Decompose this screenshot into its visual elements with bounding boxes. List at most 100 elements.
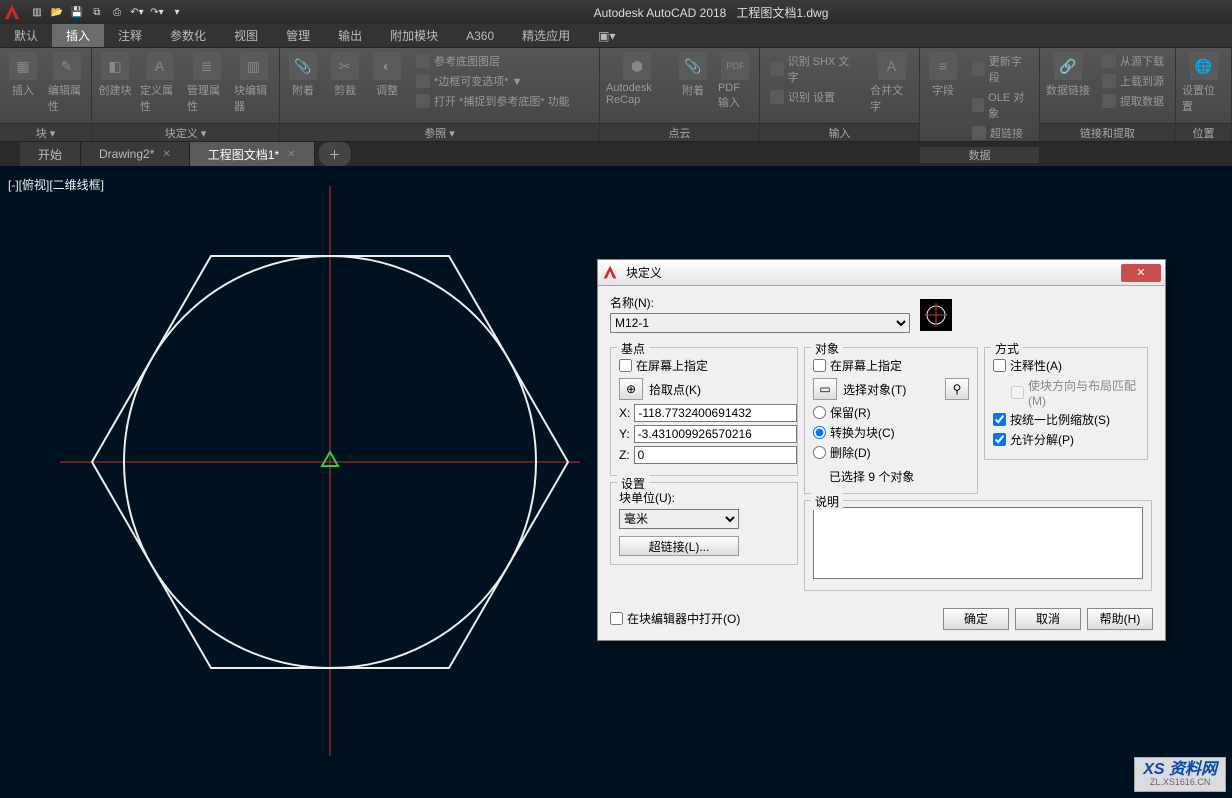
ribbon: ▦插入 ✎编辑属性 块 ▾ ◧创建块 A定义属性 ≣管理属性 ▥块编辑器 块定义… (0, 48, 1232, 142)
tab-manage[interactable]: 管理 (272, 24, 324, 47)
ribbon-btn-extract[interactable]: 提取数据 (1098, 92, 1168, 110)
ribbon-btn-adjust[interactable]: ◐调整 (370, 52, 404, 98)
ribbon-panel-data: ≡字段 更新字段 OLE 对象 超链接 数据 (920, 48, 1040, 141)
ribbon-btn-clip[interactable]: ✂剪裁 (328, 52, 362, 98)
ribbon-btn-editattr[interactable]: ✎编辑属性 (48, 52, 85, 114)
ok-button[interactable]: 确定 (943, 608, 1009, 630)
pick-point-label: 拾取点(K) (649, 381, 701, 398)
group-basepoint: 基点 在屏幕上指定 ⊕ 拾取点(K) X: Y: Z: (610, 347, 798, 476)
panel-label[interactable]: 块定义 ▾ (92, 123, 279, 141)
close-icon[interactable]: ✕ (162, 149, 170, 160)
tab-featured[interactable]: 精选应用 (508, 24, 584, 47)
ribbon-btn-attach[interactable]: 📎附着 (286, 52, 320, 98)
ribbon-btn-recogshx[interactable]: 识别 SHX 文字 (766, 52, 862, 86)
qat-saveas-icon[interactable]: ⧉ (88, 4, 106, 20)
block-name-input[interactable]: M12-1 (610, 313, 910, 333)
panel-label[interactable]: 块 ▾ (0, 123, 91, 141)
selection-count: 已选择 9 个对象 (813, 464, 969, 485)
group-settings: 设置 块单位(U): 毫米 超链接(L)... (610, 482, 798, 565)
description-textarea[interactable] (813, 507, 1143, 579)
tab-insert[interactable]: 插入 (52, 24, 104, 47)
ribbon-btn-pcattach[interactable]: 📎附着 (676, 52, 710, 98)
tab-default[interactable]: 默认 (0, 24, 52, 47)
pick-point-button[interactable]: ⊕ (619, 378, 643, 400)
ribbon-btn-underlaylayers[interactable]: 参考底图图层 (412, 52, 574, 70)
ribbon-btn-frameopts[interactable]: *边框可变选项* ▼ (412, 72, 574, 90)
ribbon-btn-pdfimport[interactable]: PDFPDF 输入 (718, 52, 753, 110)
hyperlink-button[interactable]: 超链接(L)... (619, 536, 739, 556)
chk-onscreen-obj[interactable] (813, 359, 826, 372)
qat-more-icon[interactable]: ▾ (168, 4, 186, 20)
close-icon[interactable]: ✕ (287, 149, 295, 160)
qat-save-icon[interactable]: 💾 (68, 4, 86, 20)
chk-explode[interactable] (993, 433, 1006, 446)
tab-addins[interactable]: 附加模块 (376, 24, 452, 47)
x-input[interactable] (634, 404, 797, 422)
ribbon-tabs: 默认 插入 注释 参数化 视图 管理 输出 附加模块 A360 精选应用 ▣▾ (0, 24, 1232, 48)
app-logo[interactable] (0, 0, 24, 24)
tab-a360[interactable]: A360 (452, 24, 508, 47)
ribbon-btn-download[interactable]: 从源下载 (1098, 52, 1168, 70)
ribbon-btn-setlocation[interactable]: 🌐设置位置 (1182, 52, 1225, 114)
tab-output[interactable]: 输出 (324, 24, 376, 47)
select-objects-button[interactable]: ▭ (813, 378, 837, 400)
radio-delete[interactable] (813, 446, 826, 459)
qat-undo-icon[interactable]: ↶▾ (128, 4, 146, 20)
ribbon-btn-mngattr[interactable]: ≣管理属性 (187, 52, 226, 114)
tab-annotate[interactable]: 注释 (104, 24, 156, 47)
dialog-titlebar[interactable]: 块定义 ✕ (598, 260, 1165, 286)
tab-overflow-icon[interactable]: ▣▾ (584, 24, 629, 47)
chk-onscreen-base[interactable] (619, 359, 632, 372)
ribbon-btn-field[interactable]: ≡字段 (926, 52, 960, 98)
dialog-close-button[interactable]: ✕ (1121, 264, 1161, 282)
qat-plot-icon[interactable]: ⎙ (108, 4, 126, 20)
doctab-new[interactable]: ＋ (319, 142, 352, 166)
ribbon-btn-updatefield[interactable]: 更新字段 (968, 52, 1033, 86)
radio-convert[interactable] (813, 426, 826, 439)
ribbon-panel-link: 🔗数据链接 从源下载 上载到源 提取数据 链接和提取 (1040, 48, 1176, 141)
qat-open-icon[interactable]: 📂 (48, 4, 66, 20)
panel-label[interactable]: 链接和提取 (1040, 123, 1175, 141)
qat-redo-icon[interactable]: ↷▾ (148, 4, 166, 20)
ribbon-btn-combinetext[interactable]: A合并文字 (870, 52, 913, 114)
panel-label[interactable]: 输入 (760, 123, 919, 141)
doctab-current[interactable]: 工程图文档1*✕ (190, 142, 315, 166)
ribbon-btn-snaprefs[interactable]: 打开 *捕捉到参考底图* 功能 (412, 92, 574, 110)
ribbon-btn-recap[interactable]: ⬢Autodesk ReCap (606, 52, 668, 106)
doctab-drawing2[interactable]: Drawing2*✕ (81, 142, 190, 166)
z-input[interactable] (634, 446, 797, 464)
block-preview (920, 299, 952, 331)
group-behavior: 方式 注释性(A) 使块方向与布局匹配(M) 按统一比例缩放(S) 允许分解(P… (984, 347, 1148, 460)
y-input[interactable] (634, 425, 797, 443)
ribbon-btn-blockeditor[interactable]: ▥块编辑器 (234, 52, 273, 114)
quickselect-button[interactable]: ⚲ (945, 378, 969, 400)
unit-select[interactable]: 毫米 (619, 509, 739, 529)
qat-new-icon[interactable]: ▥ (28, 4, 46, 20)
cancel-button[interactable]: 取消 (1015, 608, 1081, 630)
tab-parametric[interactable]: 参数化 (156, 24, 220, 47)
panel-label[interactable]: 位置 (1176, 123, 1231, 141)
window-title: Autodesk AutoCAD 2018 工程图文档1.dwg (190, 4, 1232, 21)
ribbon-btn-datalink[interactable]: 🔗数据链接 (1046, 52, 1090, 98)
chk-open-in-editor[interactable] (610, 612, 623, 625)
watermark: XS 资料网 ZL.XS1616.CN (1134, 757, 1226, 792)
ribbon-btn-recogsettings[interactable]: 识别 设置 (766, 88, 862, 106)
group-description: 说明 (804, 500, 1152, 591)
radio-retain[interactable] (813, 406, 826, 419)
ribbon-btn-upload[interactable]: 上载到源 (1098, 72, 1168, 90)
doctab-start[interactable]: 开始 (20, 142, 81, 166)
select-objects-label: 选择对象(T) (843, 381, 939, 398)
panel-label[interactable]: 点云 (600, 123, 759, 141)
tab-view[interactable]: 视图 (220, 24, 272, 47)
x-label: X: (619, 406, 630, 420)
ribbon-btn-ole[interactable]: OLE 对象 (968, 88, 1033, 122)
chk-scale[interactable] (993, 413, 1006, 426)
panel-label[interactable]: 数据 (920, 146, 1039, 163)
ribbon-btn-createblock[interactable]: ◧创建块 (98, 52, 132, 98)
ribbon-btn-hyperlink[interactable]: 超链接 (968, 124, 1033, 142)
ribbon-btn-defattr[interactable]: A定义属性 (140, 52, 179, 114)
help-button[interactable]: 帮助(H) (1087, 608, 1153, 630)
chk-annotative[interactable] (993, 359, 1006, 372)
ribbon-btn-insert[interactable]: ▦插入 (6, 52, 40, 98)
panel-label[interactable]: 参照 ▾ (280, 123, 599, 141)
